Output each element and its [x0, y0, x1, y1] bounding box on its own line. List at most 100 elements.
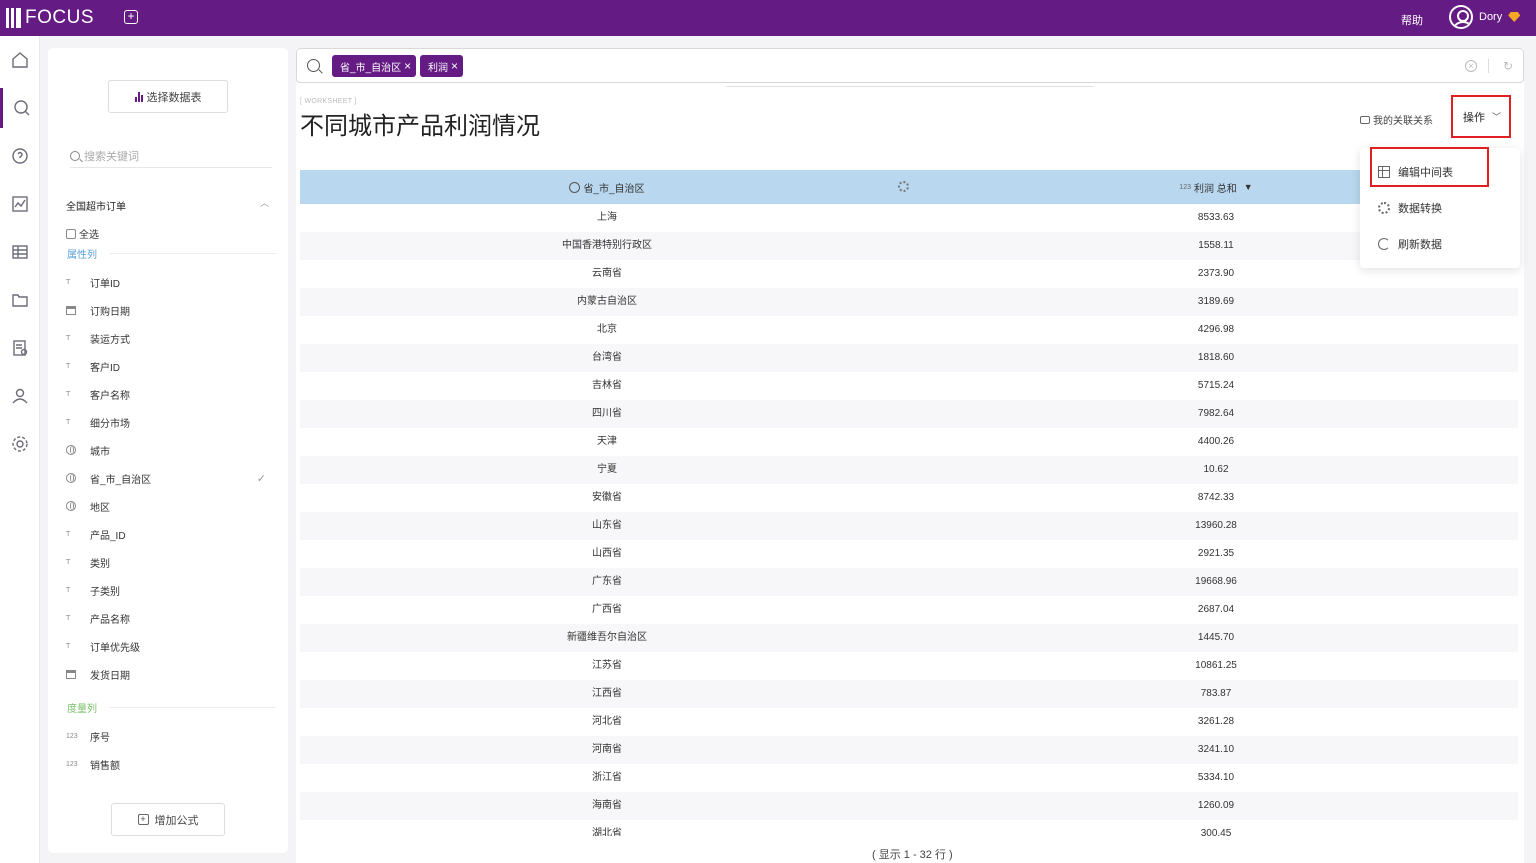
bar-chart-icon	[134, 91, 143, 102]
user-menu[interactable]: Dory	[1449, 5, 1521, 29]
search-chip[interactable]: 省_市_自治区 ×	[332, 55, 417, 77]
table-row[interactable]: 海南省 1260.09	[300, 792, 1518, 820]
association-link[interactable]: 我的关联关系	[1360, 112, 1433, 127]
grid-icon	[1378, 166, 1390, 178]
cell-profit: 300.45	[1200, 828, 1232, 836]
table-row[interactable]: 广西省 2687.04	[300, 596, 1518, 624]
search-chip[interactable]: 利润 ×	[420, 55, 464, 77]
home-icon[interactable]	[0, 40, 40, 80]
new-tab-button[interactable]: +	[124, 10, 138, 24]
association-label: 我的关联关系	[1373, 116, 1433, 127]
data-panel: 选择数据表 搜索关键词 全国超市订单 ︿ 全选 属性列 T 订单ID 订购日期 T 装运…	[48, 48, 288, 853]
attribute-field[interactable]: T 订单ID	[66, 272, 276, 292]
table-row[interactable]: 广东省 19668.96	[300, 568, 1518, 596]
keyword-search-input[interactable]: 搜索关键词	[70, 144, 272, 168]
table-row[interactable]: 北京 4296.98	[300, 316, 1518, 344]
select-table-button[interactable]: 选择数据表	[108, 80, 228, 113]
select-all-checkbox[interactable]: 全选	[66, 226, 99, 241]
attribute-field[interactable]: 省_市_自治区 ✓	[66, 468, 276, 488]
cell-province: 江西省	[592, 688, 622, 699]
attribute-field[interactable]: T 类别	[66, 552, 276, 572]
cell-profit: 10861.25	[1195, 660, 1237, 671]
attribute-field[interactable]: T 客户ID	[66, 356, 276, 376]
table-row[interactable]: 内蒙古自治区 3189.69	[300, 288, 1518, 316]
menu-item-edit-intermediate-table[interactable]: 编辑中间表	[1378, 160, 1508, 184]
help-icon[interactable]	[0, 136, 40, 176]
gear-icon[interactable]	[898, 181, 909, 192]
gear-icon	[1378, 202, 1390, 214]
cell-province: 山东省	[592, 520, 622, 531]
table-row[interactable]: 浙江省 5334.10	[300, 764, 1518, 792]
chevron-down-icon: ﹀	[1491, 112, 1501, 122]
attribute-field[interactable]: 城市	[66, 440, 276, 460]
number-type-icon: 123	[66, 732, 78, 740]
source-name[interactable]: 全国超市订单	[66, 198, 126, 213]
attribute-field[interactable]: T 订单优先级	[66, 636, 276, 656]
user-icon[interactable]	[0, 376, 40, 416]
refresh-icon[interactable]: ↻	[1503, 59, 1513, 73]
measure-section-label: 度量列	[67, 704, 97, 715]
operations-button[interactable]: 操作 ﹀	[1451, 95, 1511, 138]
cell-province: 天津	[597, 436, 617, 447]
attribute-field[interactable]: T 子类别	[66, 580, 276, 600]
table-row[interactable]: 江苏省 10861.25	[300, 652, 1518, 680]
text-type-icon: T	[66, 362, 71, 370]
close-icon[interactable]: ×	[404, 60, 411, 72]
chart-icon[interactable]	[0, 184, 40, 224]
attribute-field[interactable]: T 产品_ID	[66, 524, 276, 544]
table-row[interactable]: 宁夏 10.62	[300, 456, 1518, 484]
search-bar[interactable]: 省_市_自治区 × 利润 × × ↻	[296, 48, 1524, 83]
table-row[interactable]: 江西省 783.87	[300, 680, 1518, 708]
task-icon[interactable]	[0, 328, 40, 368]
divider	[110, 707, 276, 708]
search-icon[interactable]	[0, 88, 40, 128]
chevron-up-icon[interactable]: ︿	[260, 196, 269, 209]
attribute-field[interactable]: T 装运方式	[66, 328, 276, 348]
table-row[interactable]: 吉林省 5715.24	[300, 372, 1518, 400]
sort-desc-icon[interactable]: ▼	[1244, 182, 1253, 192]
cell-province: 内蒙古自治区	[577, 296, 637, 307]
app-logo[interactable]: FOCUS	[6, 7, 94, 29]
add-formula-button[interactable]: + 增加公式	[111, 803, 225, 836]
menu-item-refresh-data[interactable]: 刷新数据	[1378, 232, 1508, 256]
table-row[interactable]: 四川省 7982.64	[300, 400, 1518, 428]
text-type-icon: T	[66, 418, 71, 426]
cell-profit: 19668.96	[1195, 576, 1237, 587]
folder-icon[interactable]	[0, 280, 40, 320]
table-row[interactable]: 台湾省 1818.60	[300, 344, 1518, 372]
attribute-field[interactable]: 地区	[66, 496, 276, 516]
table-icon[interactable]	[0, 232, 40, 272]
table-row[interactable]: 河南省 3241.10	[300, 736, 1518, 764]
table-row[interactable]: 山西省 2921.35	[300, 540, 1518, 568]
search-icon	[70, 150, 80, 161]
table-row[interactable]: 云南省 2373.90	[300, 260, 1518, 288]
measure-field[interactable]: 123 销售额	[66, 754, 276, 774]
table-row[interactable]: 山东省 13960.28	[300, 512, 1518, 540]
field-name: 子类别	[90, 586, 120, 598]
field-name: 序号	[90, 732, 110, 744]
cell-province: 海南省	[592, 800, 622, 811]
measure-field[interactable]: 123 序号	[66, 726, 276, 746]
attribute-field[interactable]: 订购日期	[66, 300, 276, 320]
table-row[interactable]: 河北省 3261.28	[300, 708, 1518, 736]
clear-icon[interactable]: ×	[1465, 60, 1477, 72]
help-link[interactable]: 帮助	[1401, 12, 1423, 28]
table-row[interactable]: 湖北省 300.45	[300, 820, 1518, 836]
table-row[interactable]: 天津 4400.26	[300, 428, 1518, 456]
menu-item-data-transform[interactable]: 数据转换	[1378, 196, 1508, 220]
cell-province: 四川省	[592, 408, 622, 419]
table-row[interactable]: 安徽省 8742.33	[300, 484, 1518, 512]
cell-province: 吉林省	[592, 380, 622, 391]
column-header-province[interactable]: 省_市_自治区	[300, 170, 914, 204]
table-row[interactable]: 新疆维吾尔自治区 1445.70	[300, 624, 1518, 652]
attribute-field[interactable]: T 产品名称	[66, 608, 276, 628]
field-name: 客户名称	[90, 390, 130, 402]
settings-icon[interactable]	[0, 424, 40, 464]
attribute-field[interactable]: T 细分市场	[66, 412, 276, 432]
table-row[interactable]: 中国香港特别行政区 1558.11	[300, 232, 1518, 260]
attribute-field[interactable]: T 客户名称	[66, 384, 276, 404]
table-row[interactable]: 上海 8533.63	[300, 204, 1518, 232]
cell-province: 中国香港特别行政区	[562, 240, 652, 251]
attribute-field[interactable]: 发货日期	[66, 664, 276, 684]
close-icon[interactable]: ×	[451, 60, 458, 72]
